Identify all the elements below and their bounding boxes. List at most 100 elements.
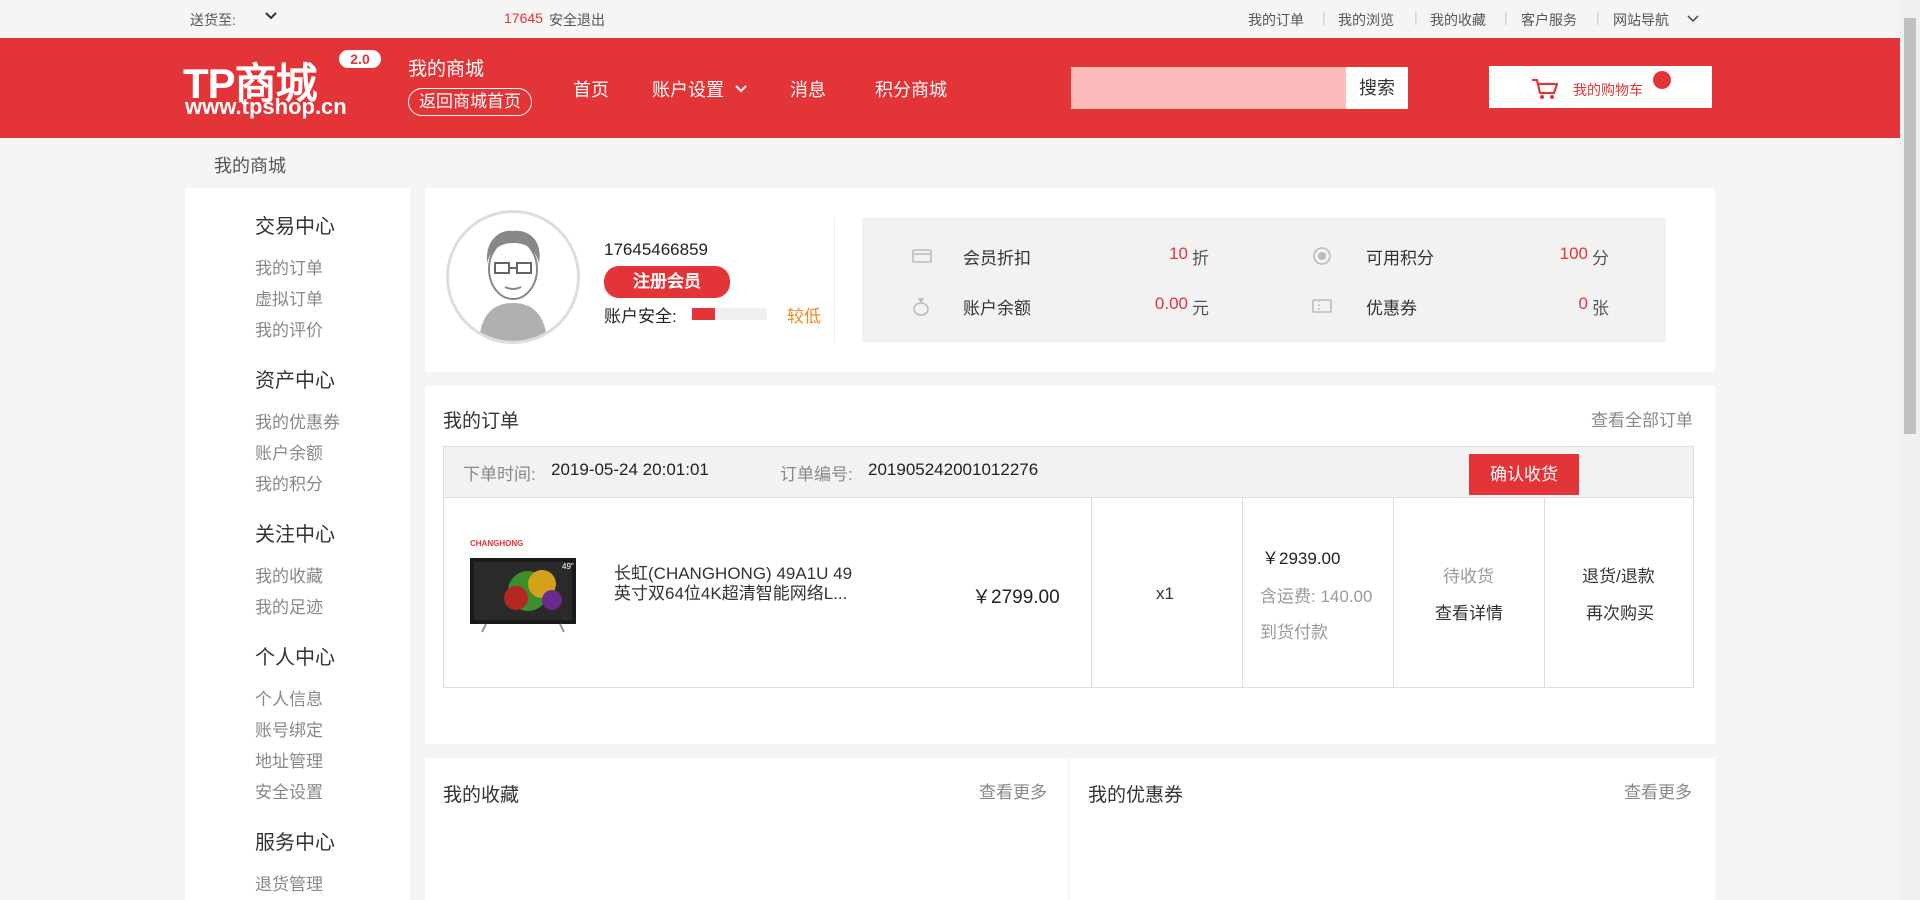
freight-value: 140.00 — [1320, 587, 1373, 606]
ship-to-label: 送货至: — [190, 12, 236, 28]
discount-unit: 折 — [1192, 249, 1209, 268]
sidebar-item-virtual-orders[interactable]: 虚拟订单 — [255, 285, 323, 310]
order-item-row: CHANGHONG 49" 长虹(CHANGHONG) 49A1U 49英寸双6… — [443, 498, 1694, 688]
favorites-title: 我的收藏 — [443, 785, 520, 806]
user-phone-link[interactable]: 17645 — [504, 10, 543, 26]
logo-version-badge: 2.0 — [339, 50, 381, 68]
view-all-orders-link[interactable]: 查看全部订单 — [1591, 406, 1693, 431]
divider: | — [1322, 9, 1326, 25]
top-link-orders[interactable]: 我的订单 — [1248, 10, 1304, 30]
top-link-service[interactable]: 客户服务 — [1521, 10, 1577, 30]
nav-points-mall[interactable]: 积分商城 — [875, 76, 947, 102]
divider — [1393, 498, 1394, 688]
cart-icon — [1531, 77, 1559, 106]
sidebar-item-personal-info[interactable]: 个人信息 — [255, 685, 323, 710]
breadcrumb: 我的商城 — [214, 156, 286, 176]
money-bag-icon — [912, 296, 930, 321]
view-details-link[interactable]: 查看详情 — [1435, 599, 1503, 624]
favorites-panel — [425, 758, 1068, 900]
sidebar-section-assets: 资产中心 — [255, 370, 335, 392]
top-bar: 送货至: 17645 安全退出 我的订单 | 我的浏览 | 我的收藏 | 客户服… — [0, 0, 1900, 38]
product-price: ￥2799.00 — [972, 587, 1060, 608]
order-number-label: 订单编号: — [780, 465, 853, 484]
sidebar-item-balance[interactable]: 账户余额 — [255, 439, 323, 464]
order-time-label: 下单时间: — [463, 465, 536, 484]
coupon-label: 优惠券 — [1366, 299, 1417, 318]
coupons-more-link[interactable]: 查看更多 — [1624, 778, 1692, 803]
security-level: 较低 — [787, 307, 821, 326]
divider: | — [1596, 9, 1600, 25]
order-status: 待收货 — [1443, 567, 1494, 586]
sidebar-item-returns[interactable]: 退货管理 — [255, 870, 323, 895]
points-icon — [1312, 246, 1332, 271]
freight-label: 含运费: 140.00 — [1260, 582, 1372, 607]
coupon-value[interactable]: 0 — [1508, 294, 1588, 314]
top-link-sitenav[interactable]: 网站导航 — [1613, 10, 1669, 30]
sidebar-section-trade: 交易中心 — [255, 216, 335, 238]
favorites-more-link[interactable]: 查看更多 — [979, 778, 1047, 803]
top-link-favorites[interactable]: 我的收藏 — [1430, 10, 1486, 30]
logo-url[interactable]: www.tpshop.cn — [185, 94, 347, 120]
sidebar-item-my-orders[interactable]: 我的订单 — [255, 254, 323, 279]
sidebar-item-my-reviews[interactable]: 我的评价 — [255, 316, 323, 341]
register-member-button[interactable]: 注册会员 — [604, 266, 730, 298]
nav-home[interactable]: 首页 — [573, 76, 609, 102]
payment-type: 到货付款 — [1260, 623, 1328, 642]
divider: | — [1504, 9, 1508, 25]
my-mall-title: 我的商城 — [408, 59, 485, 80]
sidebar-item-my-coupons[interactable]: 我的优惠券 — [255, 408, 340, 433]
chevron-down-icon[interactable] — [734, 82, 748, 100]
product-image-brand: CHANGHONG — [470, 539, 523, 548]
product-image[interactable]: CHANGHONG 49" — [468, 536, 578, 636]
back-home-button[interactable]: 返回商城首页 — [408, 88, 532, 116]
coupon-unit: 张 — [1592, 299, 1609, 318]
sidebar-item-my-footprints[interactable]: 我的足迹 — [255, 593, 323, 618]
product-quantity: x1 — [1156, 584, 1174, 603]
coupons-title: 我的优惠券 — [1088, 785, 1184, 806]
sidebar-item-address[interactable]: 地址管理 — [255, 747, 323, 772]
balance-label: 账户余额 — [963, 299, 1031, 318]
points-unit: 分 — [1592, 249, 1609, 268]
avatar[interactable] — [446, 210, 580, 344]
points-value[interactable]: 100 — [1508, 244, 1588, 264]
sidebar-item-account-binding[interactable]: 账号绑定 — [255, 716, 323, 741]
ticket-icon — [1312, 298, 1332, 319]
freight-label-text: 含运费: — [1260, 587, 1316, 606]
sidebar-item-my-points[interactable]: 我的积分 — [255, 470, 323, 495]
discount-value: 10 — [1169, 244, 1188, 263]
product-name-link[interactable]: 长虹(CHANGHONG) 49A1U 49英寸双64位4K超清智能网络L... — [614, 564, 869, 604]
chevron-down-icon[interactable] — [1686, 12, 1700, 28]
chevron-down-icon[interactable] — [264, 9, 278, 26]
order-number: 201905242001012276 — [868, 460, 1039, 479]
sidebar-section-follow: 关注中心 — [255, 524, 335, 546]
sidebar-section-personal: 个人中心 — [255, 647, 335, 669]
divider — [1544, 498, 1545, 688]
points-label: 可用积分 — [1366, 249, 1434, 268]
scrollbar-thumb[interactable] — [1904, 18, 1916, 434]
confirm-receipt-button[interactable]: 确认收货 — [1469, 454, 1579, 495]
account-stats: 会员折扣 10 折 可用积分 100 分 账户余额 0.00 元 优惠券 0 张 — [862, 218, 1666, 342]
profile-phone: 17645466859 — [604, 240, 709, 259]
discount-label: 会员折扣 — [963, 249, 1031, 268]
sidebar-item-security-settings[interactable]: 安全设置 — [255, 778, 323, 803]
security-progress-fill — [692, 308, 715, 320]
sidebar-item-my-favorites[interactable]: 我的收藏 — [255, 562, 323, 587]
divider — [834, 218, 835, 342]
main-header: TP商城 2.0 www.tpshop.cn 我的商城 返回商城首页 首页 账户… — [0, 38, 1900, 138]
divider — [1242, 498, 1243, 688]
balance-value[interactable]: 0.00 — [1108, 294, 1188, 314]
sidebar-section-service: 服务中心 — [255, 832, 335, 854]
buy-again-link[interactable]: 再次购买 — [1586, 599, 1654, 624]
cart-button[interactable]: 我的购物车 — [1489, 66, 1712, 108]
logout-link[interactable]: 安全退出 — [549, 10, 605, 30]
divider — [1091, 498, 1092, 688]
balance-unit: 元 — [1192, 299, 1209, 318]
nav-account-settings[interactable]: 账户设置 — [652, 76, 724, 102]
account-security-label: 账户安全: — [604, 307, 677, 326]
cart-count-badge — [1653, 71, 1671, 89]
order-time: 2019-05-24 20:01:01 — [551, 460, 709, 479]
search-button[interactable]: 搜索 — [1346, 67, 1408, 109]
nav-messages[interactable]: 消息 — [790, 76, 826, 102]
refund-link[interactable]: 退货/退款 — [1582, 562, 1655, 587]
top-link-history[interactable]: 我的浏览 — [1338, 10, 1394, 30]
